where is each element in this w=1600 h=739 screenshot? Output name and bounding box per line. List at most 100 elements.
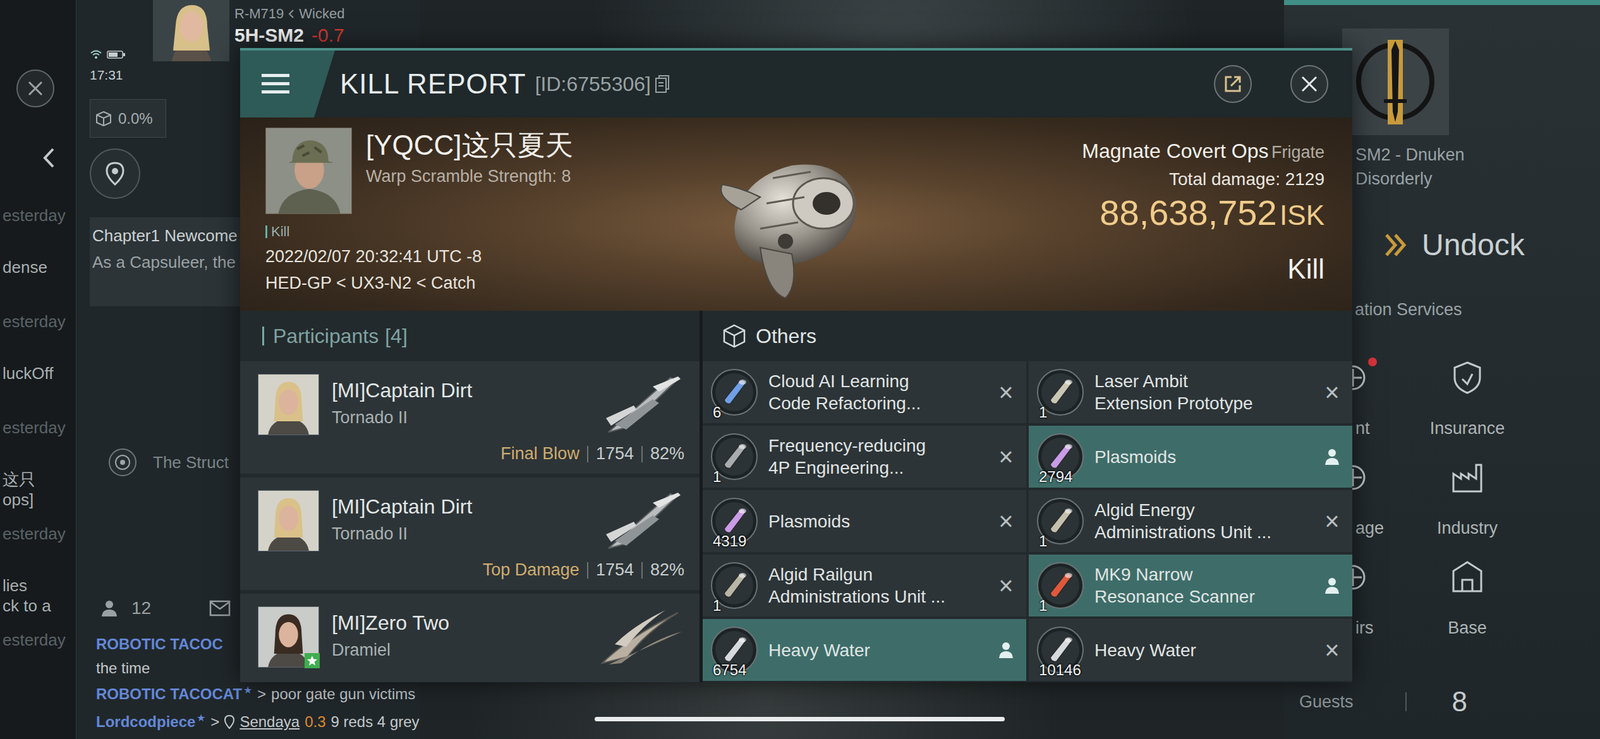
device-status	[89, 0, 153, 62]
item-quantity: 2794	[1038, 468, 1073, 486]
item-status: ×	[992, 573, 1020, 599]
service-button[interactable]: Industry	[1413, 460, 1522, 539]
item-cell[interactable]: 6Cloud AI LearningCode Refactoring...×	[702, 361, 1027, 424]
item-cell[interactable]: 1Frequency-reducing4P Engineering...×	[702, 425, 1027, 488]
copy-icon[interactable]	[654, 74, 670, 94]
close-icon	[1299, 74, 1319, 94]
people-icon	[99, 599, 119, 619]
item-name: Algid RailgunAdministrations Unit ...	[768, 563, 993, 608]
cargo-meter[interactable]: 0.0%	[89, 99, 167, 138]
item-cell[interactable]: 6754Heavy Water	[702, 619, 1027, 682]
item-quantity: 4319	[712, 532, 747, 551]
portrait-icon	[258, 490, 319, 552]
item-quantity: 1	[1038, 403, 1048, 422]
feed-entry[interactable]: esterdaydense	[0, 206, 76, 313]
participant-ship: Tornado II	[331, 523, 471, 545]
kill-time: 2022/02/07 20:32:41 UTC -8	[265, 245, 607, 268]
report-body: Participants[4][MI]Captain DirtTornado I…	[240, 310, 1353, 683]
chat-line: Lordcodpiece★>Sendaya0.39 reds 4 grey	[96, 708, 420, 737]
participant-name: [MI]Zero Two	[331, 610, 577, 636]
item-cell[interactable]: 2794Plasmoids	[1028, 425, 1353, 488]
participant-portrait	[257, 606, 320, 668]
structure-row[interactable]: The Struct	[89, 443, 229, 482]
corp-logo	[1342, 28, 1449, 136]
insurance-icon	[1449, 360, 1485, 396]
item-cell[interactable]: 10146 Heavy Water×	[1028, 619, 1353, 682]
service-button[interactable]: age	[1355, 460, 1414, 539]
close-button[interactable]	[1290, 65, 1329, 104]
share-button[interactable]	[1213, 65, 1252, 104]
pilot-portrait[interactable]	[152, 0, 230, 62]
item-name: Algid EnergyAdministrations Unit ...	[1094, 499, 1319, 544]
kill-report-dialog: KILL REPORT[ID:6755306][YQCC]这只夏天Warp Sc…	[240, 48, 1353, 683]
industry-icon	[1449, 460, 1485, 496]
feed-text: luckOff	[2, 363, 76, 384]
feed-entry[interactable]: esterday 这只ops]	[0, 418, 76, 526]
clock: 17:31	[89, 67, 124, 83]
person-icon	[1322, 447, 1342, 467]
feed-text: 这只ops]	[2, 469, 76, 510]
close-button[interactable]	[16, 69, 55, 108]
item-cell[interactable]: 1Algid RailgunAdministrations Unit ...×	[702, 554, 1027, 617]
structure-icon	[107, 447, 138, 478]
item-status: ×	[1318, 379, 1346, 406]
item-icon-frame: 2794	[1036, 432, 1085, 481]
item-name: Plasmoids	[768, 510, 993, 533]
item-status	[1318, 447, 1346, 467]
participant-portrait	[257, 490, 320, 552]
item-cell[interactable]: 1Laser AmbitExtension Prototype×	[1028, 361, 1353, 424]
feed-entry[interactable]: esterday	[0, 631, 76, 738]
cargo-box-icon	[95, 110, 112, 128]
pilot-portrait-icon	[152, 0, 230, 62]
item-name: Frequency-reducing4P Engineering...	[768, 434, 993, 479]
channel-feed: esterdaydenseesterdayluckOffesterday这只op…	[0, 206, 76, 738]
item-name: Heavy Water	[768, 639, 993, 662]
feed-entry[interactable]: esterdayluckOff	[0, 312, 76, 419]
item-cell[interactable]: 1MK9 NarrowResonance Scanner	[1028, 554, 1353, 617]
dialog-title: KILL REPORT	[339, 68, 527, 100]
menu-button[interactable]	[240, 50, 335, 118]
location-button[interactable]	[89, 148, 141, 200]
victim-portrait[interactable]	[265, 127, 352, 215]
participant-stats: Top Damage175482%	[482, 560, 685, 581]
participant-row[interactable]: [MI]Zero TwoDramiel	[240, 593, 700, 683]
close-icon	[27, 80, 44, 97]
local-row: 12	[89, 595, 231, 622]
star-badge	[304, 653, 320, 669]
feed-entry[interactable]: esterdayliesck to a	[0, 525, 76, 632]
feed-time: esterday	[2, 418, 76, 437]
mission-card[interactable]: Chapter1 NewcomeAs a Capsuleer, the	[89, 217, 241, 307]
item-quantity: 10146	[1038, 661, 1082, 680]
item-icon-frame: 1	[1036, 561, 1085, 610]
feed-time: esterday	[2, 525, 76, 543]
participants-header: Participants[4]	[240, 310, 700, 362]
mail-icon[interactable]	[209, 600, 231, 617]
item-status: ×	[1318, 508, 1346, 534]
item-icon-frame: 6	[710, 368, 759, 417]
service-button[interactable]: Insurance	[1413, 360, 1522, 439]
game-screen: esterdaydenseesterdayluckOffesterday这只op…	[0, 0, 1600, 739]
victim-banner: [YQCC]这只夏天Warp Scramble Strength: 8Kill2…	[240, 117, 1353, 311]
collapse-button[interactable]	[40, 145, 57, 171]
item-icon-frame: 10146	[1036, 626, 1085, 675]
service-button[interactable]: irs	[1355, 559, 1414, 639]
item-status: ×	[992, 379, 1020, 406]
victim-info: [YQCC]这只夏天Warp Scramble Strength: 8Kill2…	[265, 127, 607, 311]
participant-row[interactable]: [MI]Captain DirtTornado IITop Damage1754…	[240, 477, 700, 591]
item-name: Heavy Water	[1094, 639, 1319, 662]
kill-location: HED-GP < UX3-N2 < Catch	[265, 271, 607, 295]
participant-portrait	[257, 374, 320, 436]
participant-row[interactable]: [MI]Captain DirtTornado IIFinal Blow1754…	[240, 361, 700, 474]
item-quantity: 1	[1038, 532, 1048, 551]
item-cell[interactable]: 1 Algid EnergyAdministrations Unit ...×	[1028, 490, 1353, 553]
feed-text: dense	[2, 257, 76, 278]
star-icon	[306, 655, 318, 667]
ship-render	[606, 127, 977, 311]
service-button[interactable]: nt	[1355, 360, 1414, 439]
magnate-ship-icon	[696, 127, 887, 311]
feed-time: esterday	[2, 631, 76, 649]
service-button[interactable]: Base	[1413, 559, 1522, 639]
item-name: Cloud AI LearningCode Refactoring...	[768, 370, 993, 415]
item-status: ×	[1318, 637, 1346, 663]
item-cell[interactable]: 4319Plasmoids×	[702, 490, 1027, 553]
